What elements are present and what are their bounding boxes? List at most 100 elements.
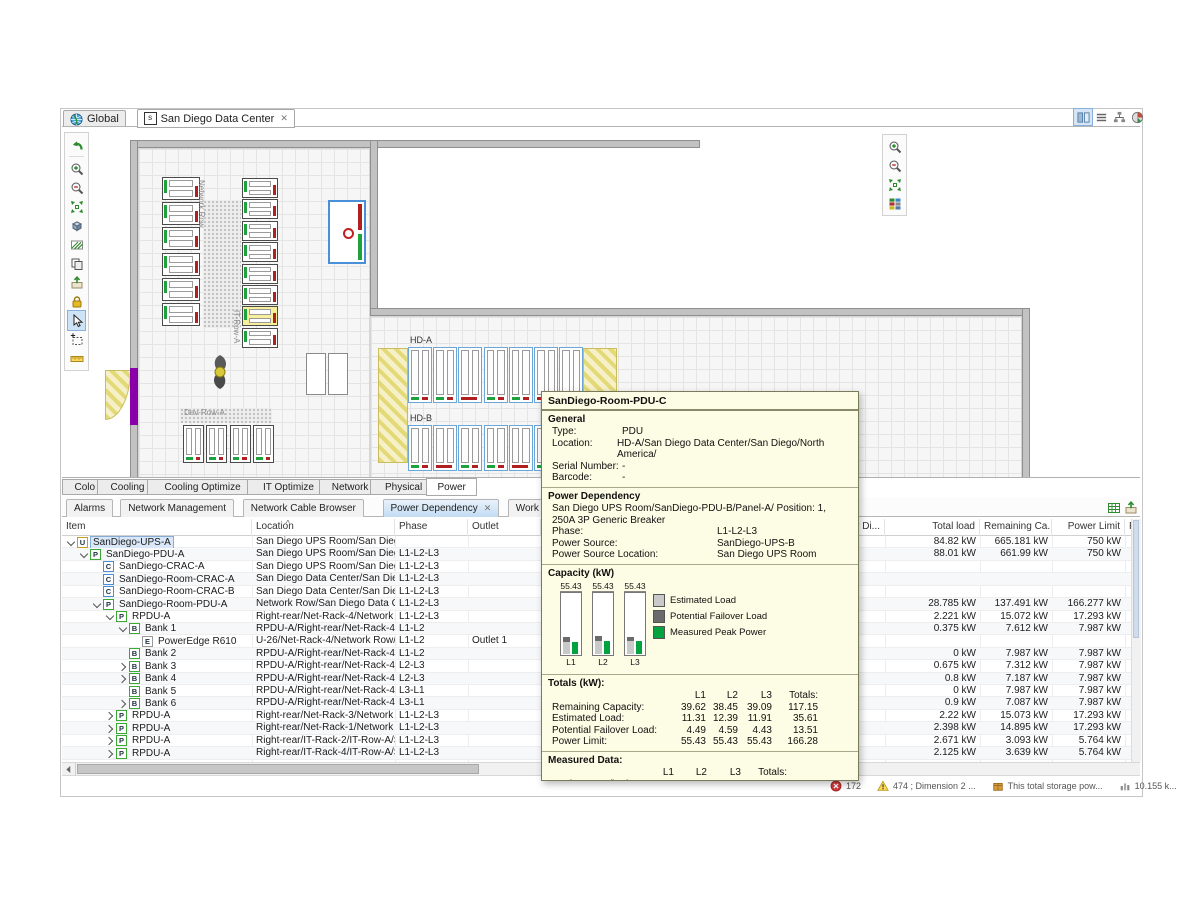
tree-toggle[interactable] — [92, 600, 101, 609]
tree-toggle[interactable] — [79, 550, 88, 559]
network-row-rack[interactable] — [162, 253, 200, 276]
tree-toggle[interactable] — [105, 736, 114, 745]
hd-a-rack[interactable] — [484, 347, 508, 403]
view-tab-label: Cooling — [111, 482, 145, 493]
column-header-remaining[interactable]: Remaining Ca... — [980, 519, 1052, 536]
column-header-outlet[interactable]: Outlet — [468, 519, 541, 536]
undo-button[interactable] — [68, 135, 85, 154]
hd-b-rack[interactable] — [408, 425, 432, 471]
it-row-rack[interactable] — [242, 285, 278, 305]
scroll-left-arrow[interactable] — [62, 763, 76, 775]
copy-button[interactable] — [68, 254, 85, 273]
hd-b-rack[interactable] — [509, 425, 533, 471]
network-row-rack[interactable] — [162, 227, 200, 250]
hatch-button[interactable] — [68, 235, 85, 254]
network-row-rack[interactable] — [162, 303, 200, 326]
tree-toggle[interactable] — [66, 538, 75, 547]
room-ups-unit[interactable] — [328, 200, 366, 264]
dev-row-rack[interactable] — [206, 425, 227, 463]
view-tab-it-optimize[interactable]: IT Optimize — [247, 479, 330, 495]
hd-b-rack[interactable] — [484, 425, 508, 471]
it-row-rack[interactable] — [242, 242, 278, 262]
view-tab-power[interactable]: Power — [426, 478, 477, 496]
it-row-rack[interactable] — [242, 199, 278, 219]
hd-a-rack[interactable] — [433, 347, 457, 403]
field-label: Phase: — [552, 526, 717, 538]
perspective-button[interactable] — [1110, 109, 1128, 125]
hd-b-rack[interactable] — [458, 425, 482, 471]
tree-toggle[interactable] — [105, 724, 114, 733]
perspective-button[interactable] — [1128, 109, 1146, 125]
marquee-button[interactable] — [68, 330, 85, 349]
view-3d-button[interactable] — [68, 216, 85, 235]
network-row-rack[interactable] — [162, 202, 200, 225]
select-cursor-button[interactable] — [68, 311, 85, 330]
panel-tab-network-management[interactable]: Network Management — [120, 499, 234, 517]
close-icon[interactable]: ✕ — [484, 503, 492, 514]
vertical-scrollbar[interactable] — [1131, 519, 1141, 762]
column-header-total[interactable]: Total load — [885, 519, 980, 536]
tree-toggle[interactable] — [118, 662, 127, 671]
hd-a-rack[interactable] — [458, 347, 482, 403]
tree-toggle[interactable] — [118, 699, 127, 708]
power-board[interactable] — [306, 353, 326, 395]
export-button-panel[interactable] — [1123, 500, 1139, 515]
power-board[interactable] — [328, 353, 348, 395]
lock-button[interactable] — [68, 292, 85, 311]
panel-tab-alarms[interactable]: Alarms — [66, 499, 113, 517]
it-row-rack[interactable] — [242, 328, 278, 348]
hd-b-rack[interactable] — [433, 425, 457, 471]
column-header-limit[interactable]: Power Limit — [1052, 519, 1125, 536]
network-row-rack[interactable] — [162, 177, 200, 200]
tree-toggle[interactable] — [118, 624, 127, 633]
power-limit-cell: 17.293 kW — [1052, 611, 1125, 623]
zoom-out-button-mini[interactable] — [886, 156, 903, 175]
zoom-in-button[interactable] — [68, 159, 85, 178]
error-icon — [830, 780, 842, 792]
capacity-chart: 55.43L155.43L255.43L3Estimated LoadPoten… — [548, 581, 852, 671]
zoom-out-button[interactable] — [68, 178, 85, 197]
view-tab-cooling-optimize[interactable]: Cooling Optimize — [147, 479, 257, 495]
close-icon[interactable]: ✕ — [280, 113, 288, 124]
export-button[interactable] — [68, 273, 85, 292]
status-item[interactable]: 474 ; Dimension 2 ... — [877, 780, 976, 792]
rack-slot — [522, 428, 530, 463]
table-button-panel[interactable] — [1106, 500, 1122, 515]
tree-toggle[interactable] — [118, 674, 127, 683]
it-row-rack[interactable] — [242, 264, 278, 284]
network-row-rack[interactable] — [162, 278, 200, 301]
phase-cell: L1-L2-L3 — [395, 586, 468, 598]
it-row-rack[interactable] — [242, 306, 278, 326]
status-item[interactable]: This total storage pow... — [992, 780, 1103, 792]
status-bar-red — [273, 313, 276, 323]
hscroll-thumb[interactable] — [77, 764, 479, 774]
zoom-fit-button[interactable] — [68, 197, 85, 216]
vscroll-thumb[interactable] — [1133, 520, 1139, 638]
it-row-rack[interactable] — [242, 178, 278, 198]
status-item[interactable]: 10.155 k... — [1119, 780, 1177, 792]
legend-button-mini[interactable] — [886, 194, 903, 213]
power-limit-cell: 17.293 kW — [1052, 710, 1125, 722]
tree-toggle[interactable] — [105, 711, 114, 720]
it-row-rack[interactable] — [242, 221, 278, 241]
hd-a-rack[interactable] — [509, 347, 533, 403]
panel-tab-power-dependency[interactable]: Power Dependency✕ — [383, 499, 500, 517]
dev-row-rack[interactable] — [253, 425, 274, 463]
tree-toggle[interactable] — [105, 612, 114, 621]
perspective-button[interactable] — [1092, 109, 1110, 125]
column-header-phase[interactable]: Phase — [395, 519, 468, 536]
status-item[interactable]: 172 — [830, 780, 861, 792]
column-header-location[interactable]: Location — [252, 519, 395, 536]
hd-a-rack[interactable] — [408, 347, 432, 403]
perspective-button[interactable] — [1074, 109, 1092, 125]
tree-toggle[interactable] — [105, 749, 114, 758]
dev-row-rack[interactable] — [183, 425, 204, 463]
ruler-button[interactable] — [68, 349, 85, 368]
zoom-in-button-mini[interactable] — [886, 137, 903, 156]
zoom-fit-button-mini[interactable] — [886, 175, 903, 194]
dev-row-rack[interactable] — [230, 425, 251, 463]
column-header-item[interactable]: Item — [62, 519, 252, 536]
editor-tab-san-diego-data-center[interactable]: sSan Diego Data Center✕ — [137, 109, 295, 128]
row-value: 11.31 — [640, 779, 674, 782]
panel-tab-network-cable-browser[interactable]: Network Cable Browser — [243, 499, 364, 517]
